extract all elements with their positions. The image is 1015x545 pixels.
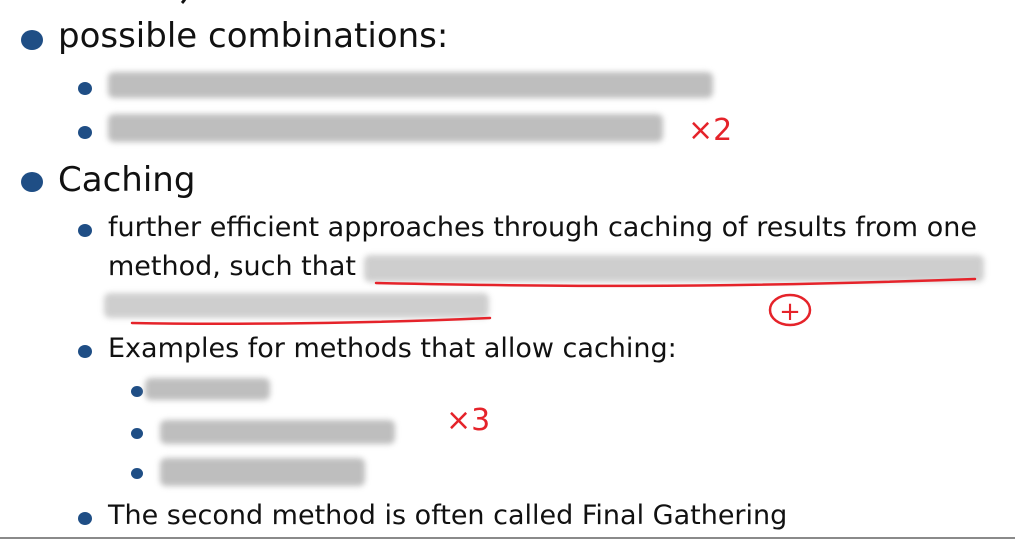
plus-mark: + <box>779 297 801 327</box>
handwritten-annotations: + <box>130 277 977 327</box>
underline-stroke <box>374 277 977 288</box>
bottom-divider <box>0 537 1015 539</box>
underline-stroke <box>130 316 492 326</box>
